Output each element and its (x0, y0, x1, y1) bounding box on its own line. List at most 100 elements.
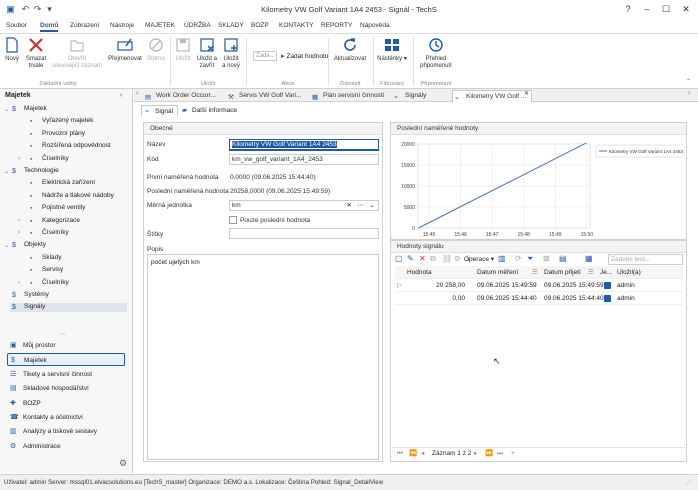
enter-value-input[interactable]: Zadá... (253, 51, 277, 61)
last-page-icon[interactable]: ⏭ (497, 448, 503, 460)
save-close-button[interactable]: Uložit a zavřít (196, 37, 218, 70)
tree-item[interactable]: $ Majetek (12, 105, 47, 114)
copy-icon[interactable]: ⧉ (430, 254, 436, 264)
nav-item[interactable]: $ Majetek (7, 353, 125, 367)
link-icon[interactable]: ⛓ (442, 254, 452, 263)
unlink-icon[interactable]: ⊘ (454, 254, 461, 263)
tree-item[interactable]: ▪ Pojistné ventily (30, 204, 85, 213)
menu-reporty[interactable]: REPORTY (321, 22, 352, 29)
menu-soubor[interactable]: Soubor (6, 22, 27, 29)
minimize-button[interactable]: – (637, 2, 657, 17)
tree-item[interactable]: ▪ Nádrže a tlakové nádoby (30, 192, 114, 201)
open-linked-button[interactable]: Otevřít souvisejicí záznam (50, 37, 104, 70)
tab-kilometry[interactable]: ⌁ Kilometry VW Golf ... (452, 90, 532, 102)
tab-scroll-left-icon[interactable]: ‹ (136, 90, 138, 97)
nav-item[interactable]: ▥ Analýzy a tiskové sestavy (7, 425, 125, 438)
tab-service-plan[interactable]: ▦ Plán servisní činnosti (310, 90, 390, 102)
col-user[interactable]: Uložil(a) (617, 266, 641, 279)
new-record-icon[interactable]: ▢ (395, 254, 403, 263)
operations-button[interactable]: Operace ▾ (464, 255, 494, 263)
tree-item[interactable]: $ Objekty (12, 241, 46, 250)
refresh-grid-icon[interactable]: ⟳ (515, 254, 522, 263)
collapse-sidebar-icon[interactable]: ‹ (120, 92, 122, 99)
tree-expander-icon[interactable]: › (18, 218, 20, 224)
collapse-ribbon-icon[interactable]: ⌃ (686, 78, 691, 85)
clear-icon[interactable]: ✕ (347, 201, 352, 210)
tree-expander-icon[interactable]: ⌄ (4, 106, 9, 113)
tab-scroll-right-icon[interactable]: › (688, 90, 690, 97)
edit-icon[interactable]: ✎ (407, 254, 414, 263)
delete-icon[interactable]: ✕ (419, 254, 426, 263)
col-value[interactable]: Hodnota (407, 266, 432, 279)
tree-item[interactable]: $ Signály (10, 303, 127, 313)
code-field[interactable]: km_vw_golf_variant_1A4_2453 (229, 154, 379, 165)
ellipsis-icon[interactable]: ⋯ (358, 201, 365, 210)
tree-item[interactable]: $ Technologie (12, 167, 59, 176)
menu-udrzba[interactable]: ÚDRŽBA (184, 22, 211, 29)
cancel-button[interactable]: Storno (145, 37, 167, 63)
menu-nastroje[interactable]: Nástroje (110, 22, 134, 29)
tab-signals[interactable]: ⌁ Signály (392, 90, 447, 102)
enter-value-button[interactable]: ▸ Zadat hodnotu (281, 52, 328, 60)
menu-majetek[interactable]: MAJETEK (145, 22, 175, 29)
next-icon[interactable]: ▸ (474, 448, 477, 460)
tree-item[interactable]: ▪ Číselníky (30, 279, 69, 288)
menu-zobrazeni[interactable]: Zobrazení (70, 22, 99, 29)
tree-item[interactable]: ▪ Servisy (30, 266, 63, 275)
tree-expander-icon[interactable]: ⌄ (4, 168, 9, 175)
dashboards-button[interactable]: Nástěnky ▾ (376, 37, 408, 63)
nav-item[interactable]: ☎ Kontakty a účetnictví (7, 411, 125, 424)
first-page-icon[interactable]: ⏮ (397, 448, 403, 460)
row-checkbox[interactable] (604, 295, 611, 302)
tree-item[interactable]: ▪ Rozšířená odpovědnost (30, 142, 111, 151)
menu-sklady[interactable]: SKLADY (218, 22, 244, 29)
tab-additional-info[interactable]: ▰ Další informace (179, 105, 241, 117)
help-button[interactable]: ? (618, 2, 638, 17)
grid-view-icon[interactable]: ▦ (585, 254, 593, 263)
rename-button[interactable]: Přejmenovat (108, 37, 142, 63)
tree-item[interactable]: ▪ Sklady (30, 254, 62, 263)
nav-item[interactable]: ☰ Tikety a servisní činnost (7, 368, 125, 381)
nav-item[interactable]: ▤ Skladové hospodářství (7, 382, 125, 395)
save-button[interactable]: Uložit (173, 37, 193, 63)
reminders-button[interactable]: Přehled připomenutí (416, 37, 456, 70)
tree-item[interactable]: $ Systémy (12, 291, 49, 300)
tags-field[interactable] (229, 228, 379, 239)
menu-napoveda[interactable]: Nápověda (360, 22, 390, 29)
tab-servis[interactable]: ⚒ Servis VW Golf Vari... (226, 90, 306, 102)
table-row[interactable]: 0,00 09.06.2025 15:44:40 09.06.2025 15:44:… (395, 292, 683, 305)
unit-select[interactable]: km ✕ ⋯ ⌄ (229, 200, 379, 211)
tree-item[interactable]: ▪ Číselníky (30, 229, 69, 238)
table-row[interactable]: ▷ 20 258,00 09.06.2025 15:49:59 09.06.2025 … (395, 279, 683, 292)
prev-icon[interactable]: ◂ (421, 448, 424, 460)
tree-expander-icon[interactable]: › (18, 230, 20, 236)
grid-search-input[interactable]: Zadejte text... (608, 254, 683, 265)
close-button[interactable]: ✕ (676, 2, 696, 17)
name-field[interactable]: Kilometry VW Golf Variant 1A4 2453 (229, 139, 379, 151)
tab-signal[interactable]: ⌁ Signál (141, 105, 179, 117)
menu-bozp[interactable]: BOZP (251, 22, 269, 29)
menu-domu[interactable]: Domů (40, 22, 59, 32)
col-measured[interactable]: Datum měření (477, 266, 518, 279)
nav-item[interactable]: ▣ Můj prostor (7, 339, 125, 352)
delete-button[interactable]: Smazat trvale (24, 37, 48, 70)
layout-icon[interactable]: ▤ (559, 254, 567, 263)
maximize-button[interactable]: ☐ (656, 2, 676, 17)
tab-work-order[interactable]: ▤ Work Order Occurr... (143, 90, 223, 102)
new-button[interactable]: Nový (3, 37, 21, 63)
tree-expander-icon[interactable]: ⌄ (4, 242, 9, 249)
chevron-down-icon[interactable]: ⌄ (370, 201, 375, 210)
tree-item[interactable]: ▪ Vyřazený majetek (30, 117, 93, 126)
tree-item[interactable]: ▪ Elektrická zařízení (30, 179, 95, 188)
splitter-handle[interactable]: ⋯ (60, 331, 66, 338)
next-page-icon[interactable]: ⏩ (485, 448, 493, 460)
tree-item[interactable]: ▪ Číselníky (30, 155, 69, 164)
gear-icon[interactable]: ⚙ (119, 458, 127, 469)
clear-filter-icon[interactable]: ⊠ (543, 254, 550, 263)
resize-grip-icon[interactable]: ⋰ (686, 475, 692, 490)
tree-item[interactable]: ▪ Kategorizace (30, 217, 80, 226)
col-received[interactable]: Datum přijetí (544, 266, 581, 279)
close-tab-icon[interactable]: ✕ (524, 90, 529, 97)
tree-item[interactable]: ▪ Provozní plány (30, 130, 85, 139)
col-flag[interactable]: Je... (600, 266, 612, 279)
